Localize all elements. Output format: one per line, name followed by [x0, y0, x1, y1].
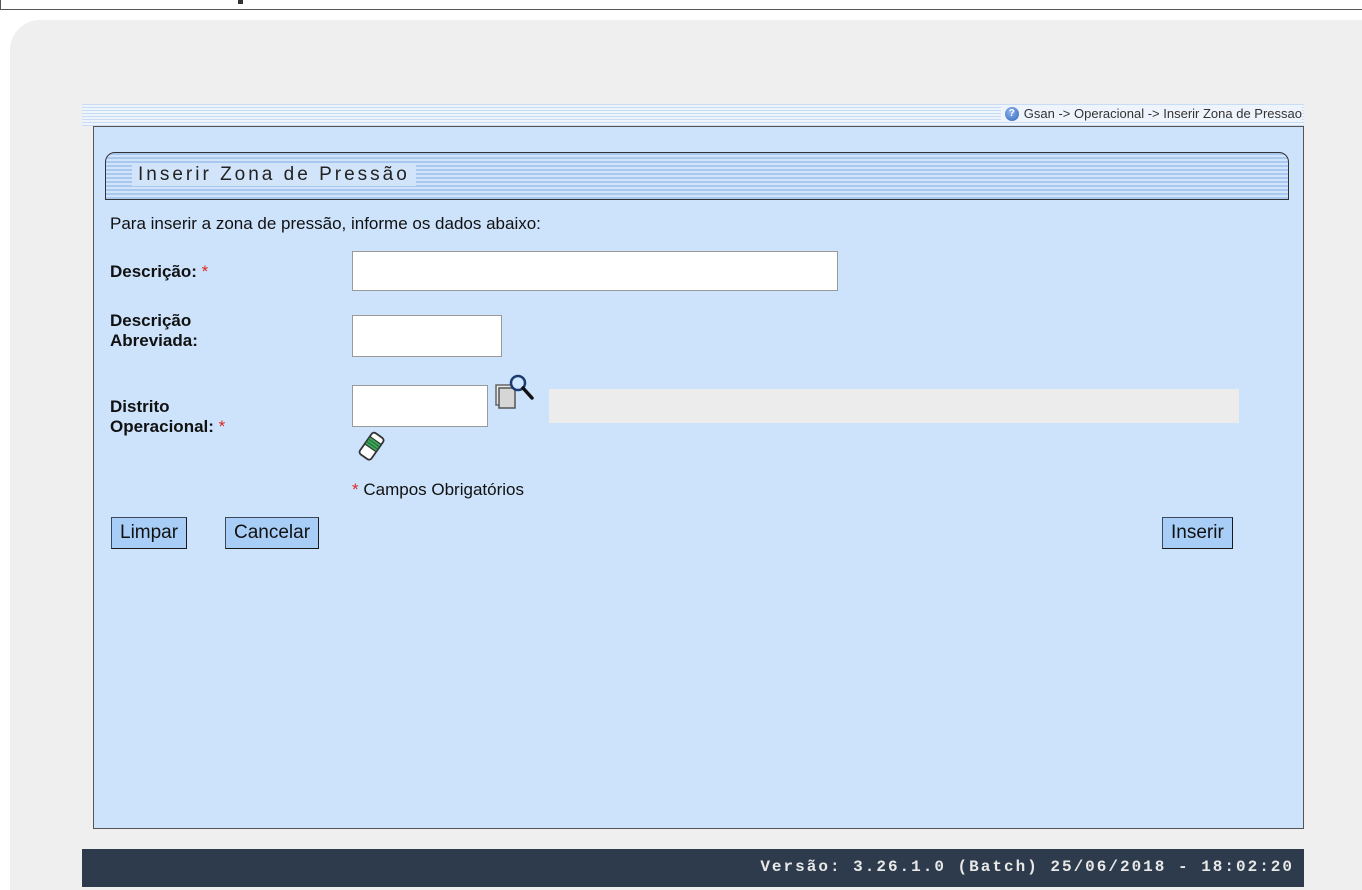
top-window-strip — [0, 0, 1362, 10]
cancelar-button[interactable]: Cancelar — [225, 517, 320, 549]
breadcrumb-text: Gsan -> Operacional -> Inserir Zona de P… — [1023, 106, 1302, 121]
mandatory-fields-text: Campos Obrigatórios — [358, 480, 524, 499]
form-panel: Inserir Zona de Pressão Para inserir a z… — [93, 126, 1304, 829]
distrito-operacional-label-line1: Distrito — [110, 397, 170, 416]
descricao-abreviada-input[interactable] — [352, 315, 502, 357]
required-marker: * — [218, 417, 226, 436]
required-marker: * — [201, 262, 209, 281]
footer-bar: Versão: 3.26.1.0 (Batch) 25/06/2018 - 18… — [82, 849, 1304, 887]
eraser-icon[interactable] — [356, 429, 386, 465]
distrito-operacional-label: Distrito Operacional: * — [110, 397, 225, 437]
breadcrumb: ? Gsan -> Operacional -> Inserir Zona de… — [1000, 106, 1302, 121]
distrito-operacional-label-line2: Operacional: — [110, 417, 214, 436]
version-text: Versão: 3.26.1.0 (Batch) 25/06/2018 - 18… — [760, 858, 1294, 876]
help-icon[interactable]: ? — [1004, 106, 1019, 121]
mandatory-fields-note: * Campos Obrigatórios — [352, 480, 524, 500]
required-marker: * — [352, 480, 359, 499]
strip-mark — [238, 0, 243, 4]
inserir-button[interactable]: Inserir — [1162, 517, 1233, 549]
form-title-tab: Inserir Zona de Pressão — [105, 152, 1289, 200]
descricao-label-text: Descrição: — [110, 262, 197, 281]
magnifier-icon[interactable] — [494, 373, 544, 413]
distrito-operacional-description — [549, 389, 1239, 423]
form-intro: Para inserir a zona de pressão, informe … — [110, 214, 541, 233]
descricao-label: Descrição: * — [110, 262, 208, 282]
page-title: Inserir Zona de Pressão — [132, 164, 416, 186]
distrito-operacional-input[interactable] — [352, 385, 488, 427]
descricao-abreviada-label-line1: Descrição — [110, 311, 192, 330]
descricao-abreviada-label-line2: Abreviada: — [110, 331, 198, 350]
descricao-abreviada-label: Descrição Abreviada: — [110, 311, 198, 351]
limpar-button[interactable]: Limpar — [111, 517, 188, 549]
descricao-input[interactable] — [352, 251, 838, 291]
